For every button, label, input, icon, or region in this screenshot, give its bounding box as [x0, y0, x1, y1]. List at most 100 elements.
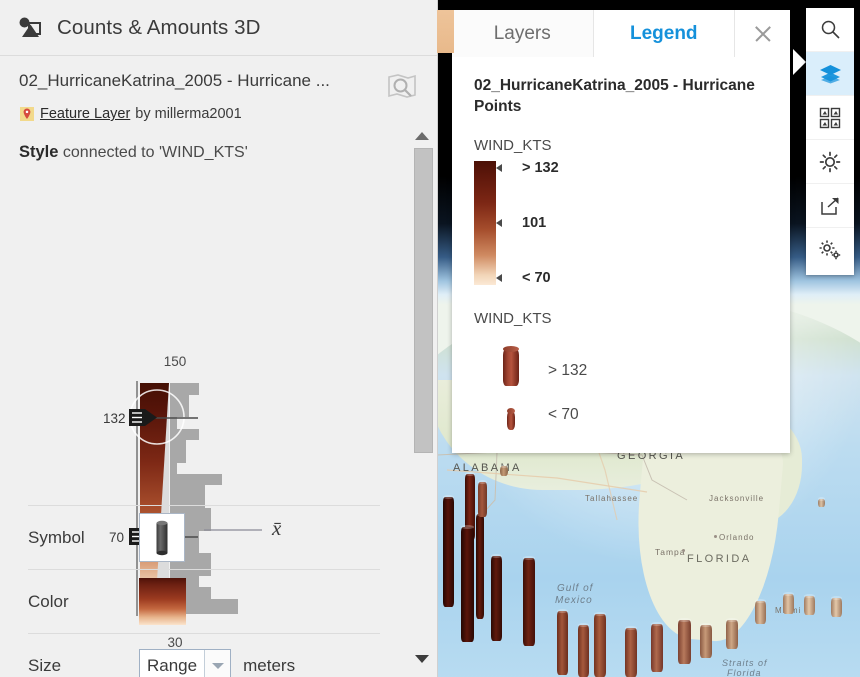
- settings-gear-icon: [819, 240, 841, 259]
- legend-panel: Layers Legend 02_HurricaneKatrina_2005 -…: [452, 10, 790, 453]
- size-row-label: Size: [28, 655, 62, 675]
- color-ramp-swatch-button[interactable]: [139, 578, 186, 625]
- cylinder-symbol-icon: [156, 520, 168, 555]
- scrollbar-thumb[interactable]: [414, 148, 433, 453]
- ramp-tick-icon: [496, 219, 502, 227]
- panel-edge-accent-strip: [437, 10, 454, 53]
- tab-legend[interactable]: Legend: [593, 10, 735, 57]
- legend-field-name-size: WIND_KTS: [474, 310, 552, 327]
- size-mode-dropdown-arrow[interactable]: [204, 649, 231, 677]
- rail-button-daylight[interactable]: [806, 140, 854, 184]
- histogram-slider-widget[interactable]: 150 30 132 70 x̄: [0, 168, 437, 650]
- size-mode-value: Range: [147, 655, 198, 675]
- hurricane-point-cylinder[interactable]: [491, 554, 502, 641]
- property-row-color: Color: [28, 569, 380, 633]
- hurricane-point-cylinder[interactable]: [700, 623, 712, 658]
- tab-layers[interactable]: Layers: [452, 10, 594, 57]
- ramp-tick-icon: [496, 164, 502, 172]
- close-icon: [753, 24, 773, 44]
- counts-amounts-3d-icon: [19, 17, 41, 37]
- hurricane-point-cylinder[interactable]: [625, 626, 637, 677]
- size-mode-select[interactable]: Range: [139, 648, 232, 677]
- hurricane-point-cylinder[interactable]: [578, 623, 589, 677]
- ramp-tick-icon: [496, 274, 502, 282]
- ramp-label-high: > 132: [522, 160, 559, 176]
- rail-button-basemap-gallery[interactable]: [806, 96, 854, 140]
- feature-layer-link[interactable]: Feature Layer: [40, 106, 130, 122]
- style-property-rows: Symbol Color Size Range meters: [0, 505, 408, 677]
- scroll-up-arrow-icon[interactable]: [415, 132, 429, 140]
- layer-name-row: 02_HurricaneKatrina_2005 - Hurricane ...: [19, 70, 419, 100]
- zoom-to-layer-icon[interactable]: [385, 72, 419, 100]
- color-ramp-bar: [474, 161, 496, 285]
- rail-button-search[interactable]: [806, 8, 854, 52]
- panel-pointer-notch: [793, 49, 806, 75]
- style-panel-header: Counts & Amounts 3D: [0, 0, 437, 56]
- property-row-symbol: Symbol: [28, 505, 380, 569]
- legend-layer-title: 02_HurricaneKatrina_2005 - Hurricane Poi…: [474, 77, 755, 115]
- rail-button-settings[interactable]: [806, 228, 854, 271]
- rail-button-layers[interactable]: [806, 52, 854, 96]
- layers-icon: [819, 65, 841, 84]
- size-symbol-small-cell: [474, 408, 548, 430]
- search-icon: [821, 20, 840, 39]
- style-panel: Counts & Amounts 3D 02_HurricaneKatrina_…: [0, 0, 438, 677]
- hurricane-point-cylinder[interactable]: [804, 594, 815, 615]
- color-ramp-labels: > 132 101 < 70: [522, 160, 662, 286]
- size-label-small: < 70: [548, 406, 579, 423]
- rail-button-share[interactable]: [806, 184, 854, 228]
- city-dot-tampa: [682, 549, 685, 552]
- panel-tab-strip: Layers Legend: [452, 10, 790, 57]
- hurricane-point-cylinder[interactable]: [523, 556, 535, 646]
- property-row-size: Size Range meters: [28, 633, 380, 677]
- upper-handle-value[interactable]: 132: [103, 411, 126, 426]
- hurricane-point-cylinder[interactable]: [478, 480, 487, 517]
- basemap-gallery-icon: [819, 107, 841, 128]
- scroll-down-arrow-icon[interactable]: [415, 655, 429, 663]
- hurricane-point-cylinder[interactable]: [755, 599, 766, 624]
- ramp-label-mid: 101: [522, 215, 547, 231]
- hurricane-point-cylinder[interactable]: [461, 525, 474, 642]
- color-row-label: Color: [28, 591, 69, 611]
- hurricane-point-cylinder[interactable]: [476, 512, 484, 619]
- legend-size-item: < 70: [474, 386, 768, 430]
- hurricane-point-cylinder[interactable]: [500, 464, 508, 476]
- size-label-large: > 132: [548, 362, 588, 379]
- symbol-row-label: Symbol: [28, 527, 85, 547]
- style-connected-text: connected to 'WIND_KTS': [62, 144, 248, 161]
- close-panel-button[interactable]: [735, 10, 790, 57]
- hurricane-point-cylinder[interactable]: [443, 495, 454, 607]
- layer-name: 02_HurricaneKatrina_2005 - Hurricane ...: [19, 71, 330, 90]
- hurricane-point-cylinder[interactable]: [557, 609, 568, 675]
- style-label: Style: [19, 143, 59, 161]
- hurricane-point-cylinder[interactable]: [818, 497, 825, 507]
- hurricane-point-cylinder[interactable]: [651, 622, 663, 672]
- layer-meta-row: Feature Layer by millerma2001: [19, 105, 419, 123]
- legend-size-item: > 132: [474, 334, 768, 386]
- feature-layer-pin-icon: [20, 107, 34, 121]
- share-export-icon: [821, 196, 839, 215]
- size-symbol-large-cell: [474, 346, 548, 386]
- style-panel-scrollbar[interactable]: [410, 126, 434, 667]
- panel-title: Counts & Amounts 3D: [57, 15, 261, 39]
- hurricane-point-cylinder[interactable]: [594, 612, 606, 677]
- legend-body: 02_HurricaneKatrina_2005 - Hurricane Poi…: [452, 57, 790, 430]
- size-units-label: meters: [243, 655, 296, 675]
- legend-color-ramp: > 132 101 < 70: [474, 160, 768, 286]
- app-root: ALABAMA GEORGIA FLORIDA Gulf of Mexico S…: [0, 0, 860, 677]
- hurricane-point-cylinder[interactable]: [783, 592, 794, 614]
- cylinder-symbol-small: [507, 408, 515, 430]
- symbol-swatch-button[interactable]: [139, 513, 185, 562]
- hurricane-point-cylinder[interactable]: [831, 596, 842, 617]
- hurricane-point-cylinder[interactable]: [678, 618, 691, 664]
- layer-owner: by millerma2001: [135, 106, 242, 122]
- legend-field-name-color: WIND_KTS: [474, 137, 552, 154]
- color-ramp-ticks: [496, 161, 522, 285]
- legend-size-ramp: > 132 < 70: [474, 334, 768, 430]
- daylight-sun-icon: [819, 151, 841, 172]
- layer-info-block: 02_HurricaneKatrina_2005 - Hurricane ...…: [0, 56, 437, 123]
- style-connected-line: Style connected to 'WIND_KTS': [0, 123, 437, 162]
- hurricane-point-cylinder[interactable]: [726, 618, 738, 649]
- cylinder-symbol-large: [503, 346, 519, 386]
- tool-rail: [806, 8, 854, 275]
